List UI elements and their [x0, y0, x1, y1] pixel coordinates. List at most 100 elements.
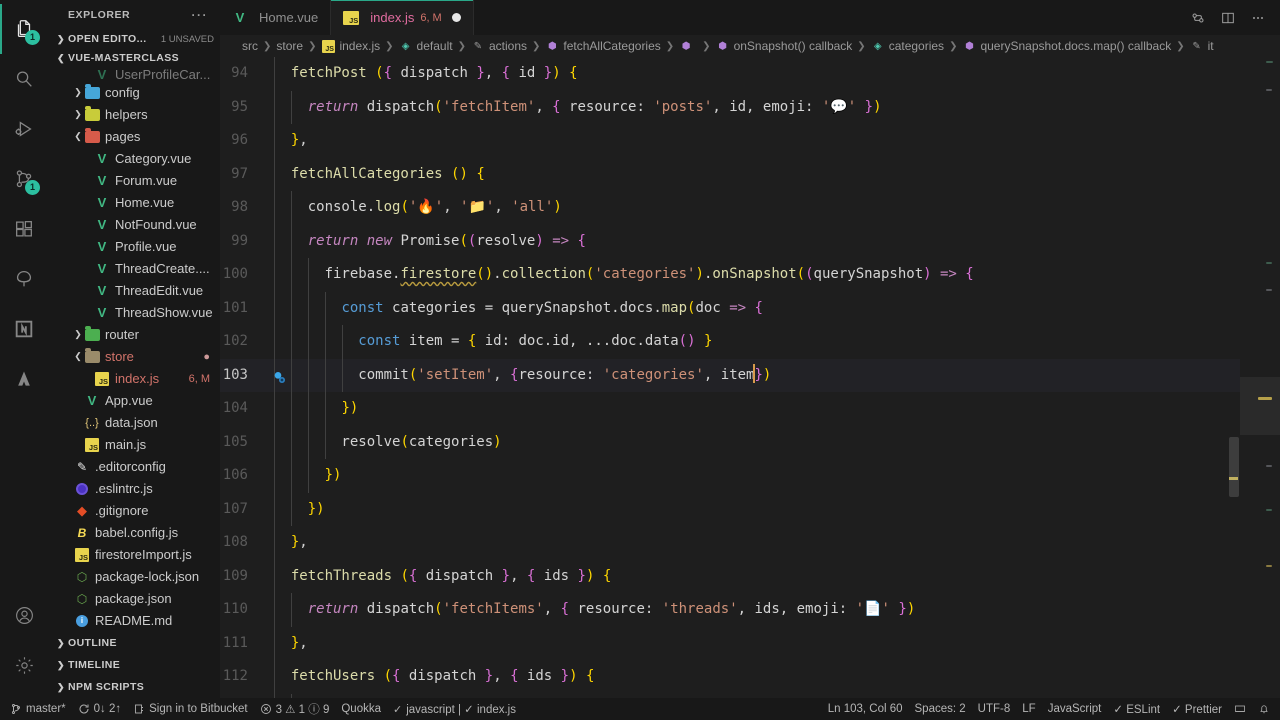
status-indentation[interactable]: Spaces: 2 — [909, 698, 972, 720]
status-editor-position[interactable]: Ln 103, Col 60 — [822, 698, 909, 720]
tree-item[interactable]: .eslintrc.js — [48, 478, 220, 500]
notifications-bell-icon[interactable] — [1252, 698, 1276, 720]
tree-item[interactable]: ◆ .gitignore — [48, 500, 220, 522]
breadcrumb-item[interactable]: ◈ categories — [871, 39, 944, 53]
breadcrumb[interactable]: src ❯ store ❯ JS index.js ❯ ◈ default ❯ ✎ actions ❯ ⬢… — [220, 35, 1280, 57]
tree-item[interactable]: ❯ helpers — [48, 104, 220, 126]
tree-item[interactable]: ❯ config — [48, 82, 220, 104]
tree-item[interactable]: V Category.vue — [48, 148, 220, 170]
code-line[interactable]: 106 }) — [220, 459, 1240, 493]
tree-item[interactable]: V Forum.vue — [48, 170, 220, 192]
breadcrumb-item[interactable]: ⬢ querySnapshot.docs.map() callback — [962, 39, 1171, 53]
tree-item[interactable]: Bbabel.config.js — [48, 522, 220, 544]
tree-item[interactable]: V ThreadEdit.vue — [48, 280, 220, 302]
code-line[interactable]: 107 }) — [220, 492, 1240, 526]
chevron-right-icon[interactable]: ❯ — [72, 329, 84, 340]
split-editor-vertical-icon[interactable] — [1184, 4, 1212, 32]
code-line[interactable]: 108 }, — [220, 526, 1240, 560]
chevron-right-icon[interactable]: ❯ — [72, 87, 84, 98]
tree-item[interactable]: JS firestoreImport.js — [48, 544, 220, 566]
code-line[interactable]: 98 console.log('🔥', '📁', 'all') — [220, 191, 1240, 225]
tab-home-vue[interactable]: V Home.vue — [220, 0, 332, 35]
breadcrumb-item[interactable]: ✎ actions — [471, 39, 527, 53]
code-editor[interactable]: 94 fetchPost ({ dispatch }, { id }) {95 … — [220, 57, 1280, 698]
code-scroll-area[interactable]: 94 fetchPost ({ dispatch }, { id }) {95 … — [220, 57, 1240, 698]
tree-item[interactable]: V Profile.vue — [48, 236, 220, 258]
run-and-debug-icon[interactable] — [0, 104, 48, 154]
scrollbar-thumb[interactable] — [1229, 437, 1239, 497]
status-eol[interactable]: LF — [1016, 698, 1041, 720]
status-eslint[interactable]: ✓ ESLint — [1107, 698, 1166, 720]
status-bitbucket[interactable]: Sign in to Bitbucket — [127, 698, 253, 720]
code-line[interactable]: 104 }) — [220, 392, 1240, 426]
sidebar-section-npm-scripts[interactable]: ❯ NPM SCRIPTS — [48, 676, 220, 698]
search-icon[interactable] — [0, 54, 48, 104]
nuxt-square-icon[interactable] — [0, 304, 48, 354]
explorer-icon[interactable]: 1 — [0, 4, 48, 54]
tree-item[interactable]: ❮ pages — [48, 126, 220, 148]
code-line[interactable]: 105 resolve(categories) — [220, 425, 1240, 459]
code-line[interactable]: 97 fetchAllCategories () { — [220, 157, 1240, 191]
breadcrumb-item[interactable]: ✎ it — [1190, 39, 1213, 53]
quokka-debug-icon[interactable] — [272, 366, 288, 383]
breadcrumb-item[interactable]: ⬢ fetchAllCategories — [545, 39, 661, 53]
code-line[interactable]: 111 }, — [220, 626, 1240, 660]
status-remote-window[interactable] — [1228, 698, 1252, 720]
tree-item[interactable]: i README.md — [48, 610, 220, 632]
code-line[interactable]: 112 fetchUsers ({ dispatch }, { ids }) { — [220, 660, 1240, 694]
code-line[interactable]: 109 fetchThreads ({ dispatch }, { ids })… — [220, 559, 1240, 593]
atlassian-icon[interactable] — [0, 354, 48, 404]
settings-gear-icon[interactable] — [0, 640, 48, 690]
code-line[interactable]: 99 return new Promise((resolve) => { — [220, 224, 1240, 258]
code-line[interactable]: 95 return dispatch('fetchItem', { resour… — [220, 90, 1240, 124]
chevron-down-icon[interactable]: ❮ — [72, 131, 84, 142]
tree-item[interactable]: V UserProfileCar... — [48, 68, 220, 82]
status-language-mode[interactable]: JavaScript — [1042, 698, 1108, 720]
tree-icon[interactable] — [0, 254, 48, 304]
breadcrumb-item[interactable]: ◈ default — [399, 39, 453, 53]
chevron-down-icon[interactable]: ❮ — [72, 351, 84, 362]
code-line[interactable]: 110 return dispatch('fetchItems', { reso… — [220, 593, 1240, 627]
tree-item[interactable]: JS index.js 6, M — [48, 368, 220, 390]
status-sync[interactable]: 0↓ 2↑ — [72, 698, 128, 720]
extensions-icon[interactable] — [0, 204, 48, 254]
minimap-slider[interactable] — [1240, 377, 1280, 435]
status-problems[interactable]: 3 ⚠ 1 ⓘ 9 — [254, 698, 336, 720]
unsaved-dot-icon[interactable] — [451, 13, 461, 22]
breadcrumb-item[interactable]: store — [276, 39, 303, 53]
status-prettier[interactable]: ✓ Prettier — [1166, 698, 1228, 720]
tree-item[interactable]: V NotFound.vue — [48, 214, 220, 236]
breadcrumb-item[interactable]: ⬢ onSnapshot() callback — [716, 39, 852, 53]
code-line[interactable]: 103 commit('setItem', {resource: 'catego… — [220, 358, 1240, 392]
code-line[interactable]: 100 firebase.firestore().collection('cat… — [220, 258, 1240, 292]
tree-item[interactable]: ⬡ package-lock.json — [48, 566, 220, 588]
code-line[interactable]: 113 return dispatch('fetchItems', { reso… — [220, 693, 1240, 698]
breadcrumb-item[interactable]: src — [242, 39, 258, 53]
sidebar-section-workspace[interactable]: ❮ VUE-MASTERCLASS — [48, 49, 220, 68]
split-editor-icon[interactable] — [1214, 4, 1242, 32]
more-actions-icon[interactable] — [1244, 4, 1272, 32]
source-code[interactable]: 94 fetchPost ({ dispatch }, { id }) {95 … — [220, 57, 1240, 698]
tree-item[interactable]: ❮ store ● — [48, 346, 220, 368]
status-branch[interactable]: master* — [4, 698, 72, 720]
tree-item[interactable]: JS main.js — [48, 434, 220, 456]
status-quokka[interactable]: Quokka — [335, 698, 387, 720]
tree-item[interactable]: {..} data.json — [48, 412, 220, 434]
breadcrumb-item[interactable]: JS index.js — [321, 39, 380, 53]
editor-vertical-scrollbar[interactable] — [1226, 57, 1240, 698]
tree-item[interactable]: ✎ .editorconfig — [48, 456, 220, 478]
tree-item[interactable]: V App.vue — [48, 390, 220, 412]
tree-item[interactable]: V ThreadCreate.... — [48, 258, 220, 280]
tab-index-js[interactable]: JS index.js 6, M — [331, 0, 474, 35]
tree-item[interactable]: ❯ router — [48, 324, 220, 346]
sidebar-section-timeline[interactable]: ❯ TIMELINE — [48, 654, 220, 676]
accounts-icon[interactable] — [0, 590, 48, 640]
tree-item[interactable]: ⬡ package.json — [48, 588, 220, 610]
tree-item[interactable]: V Home.vue — [48, 192, 220, 214]
tree-item[interactable]: V ThreadShow.vue — [48, 302, 220, 324]
status-encoding[interactable]: UTF-8 — [972, 698, 1017, 720]
code-line[interactable]: 94 fetchPost ({ dispatch }, { id }) { — [220, 57, 1240, 91]
code-line[interactable]: 96 }, — [220, 124, 1240, 158]
chevron-right-icon[interactable]: ❯ — [72, 109, 84, 120]
code-line[interactable]: 102 const item = { id: doc.id, ...doc.da… — [220, 325, 1240, 359]
